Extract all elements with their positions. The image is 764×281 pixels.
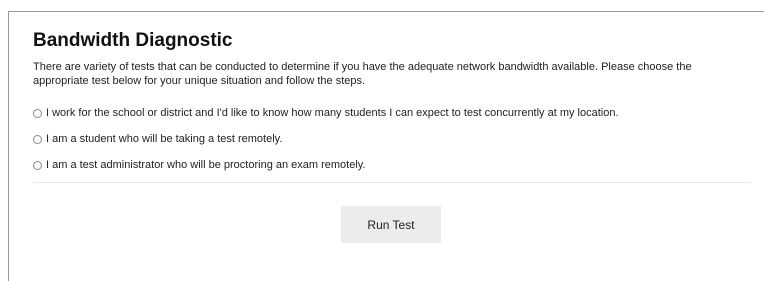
page-title: Bandwidth Diagnostic xyxy=(33,30,233,51)
run-test-button[interactable]: Run Test xyxy=(341,206,441,243)
diagnostic-content: Bandwidth Diagnostic There are variety o… xyxy=(33,30,751,178)
divider xyxy=(33,182,751,183)
option-test-administrator[interactable]: I am a test administrator who will be pr… xyxy=(33,152,751,178)
option-school-district[interactable]: I work for the school or district and I'… xyxy=(33,100,751,126)
radio-button[interactable] xyxy=(33,134,42,144)
radio-button[interactable] xyxy=(33,108,42,118)
page-description: There are variety of tests that can be c… xyxy=(33,61,692,87)
radio-button[interactable] xyxy=(33,160,42,170)
option-label: I am a test administrator who will be pr… xyxy=(46,159,366,171)
option-label: I am a student who will be taking a test… xyxy=(46,133,283,145)
test-options: I work for the school or district and I'… xyxy=(33,100,751,178)
option-student-remote[interactable]: I am a student who will be taking a test… xyxy=(33,126,751,152)
option-label: I work for the school or district and I'… xyxy=(46,107,619,119)
